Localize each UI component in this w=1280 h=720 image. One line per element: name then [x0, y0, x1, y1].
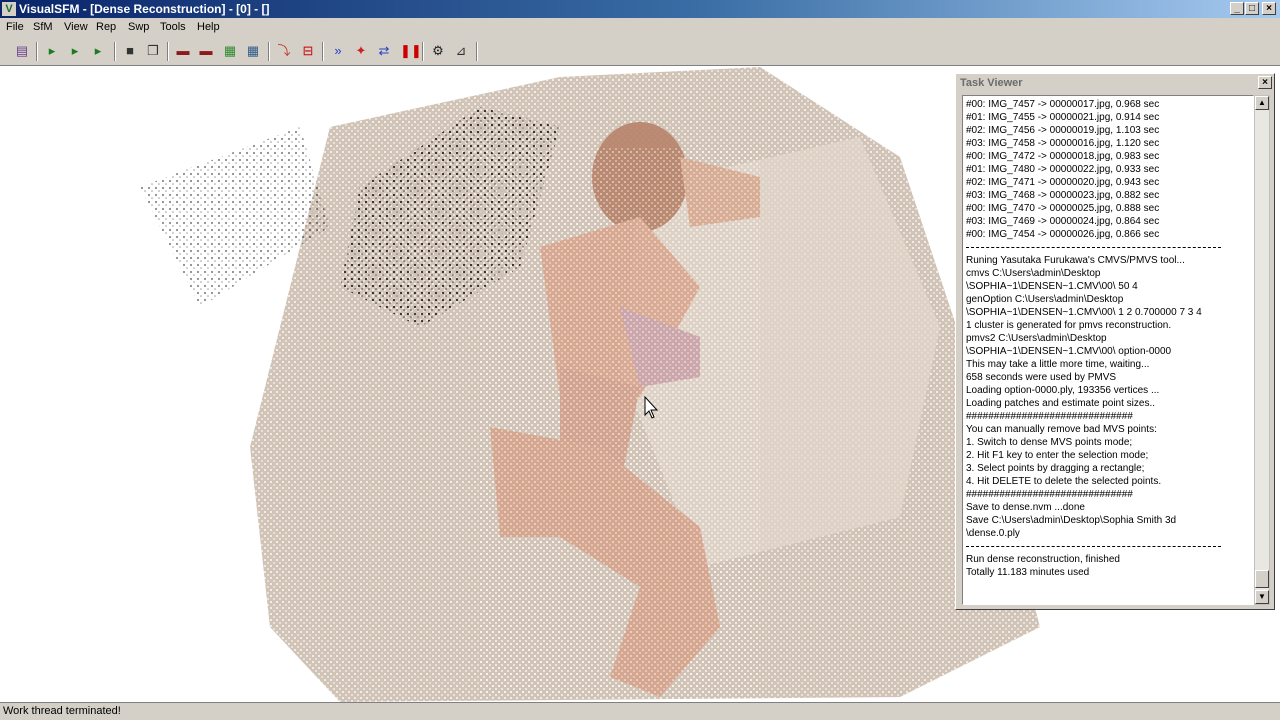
color-map-icon[interactable]: ▦: [222, 43, 238, 59]
menu-swp[interactable]: Swp: [128, 21, 149, 33]
log-line: Loading option-0000.ply, 193356 vertices…: [966, 385, 1160, 396]
toolbar-separator: [36, 42, 38, 61]
visualsfm-logo-icon: V: [2, 2, 16, 16]
scroll-up-button[interactable]: ▲: [1255, 96, 1269, 110]
log-scrollbar[interactable]: ▲ ▼: [1254, 95, 1270, 605]
task-viewer-close-button[interactable]: ×: [1258, 76, 1272, 89]
save-icon[interactable]: ■: [122, 43, 138, 59]
status-bar: Work thread terminated!: [0, 702, 1280, 720]
task-viewer-title: Task Viewer: [960, 77, 1023, 89]
log-line: 658 seconds were used by PMVS: [966, 372, 1117, 383]
toolbar-separator: [167, 42, 169, 61]
maximize-button[interactable]: □: [1245, 2, 1259, 15]
log-line: Save C:\Users\admin\Desktop\Sophia Smith…: [966, 515, 1177, 526]
log-line: \SOPHIA~1\DENSEN~1.CMV\00\ option-0000: [966, 346, 1172, 357]
pause-icon[interactable]: ❚❚: [400, 43, 422, 59]
status-text: Work thread terminated!: [3, 705, 121, 717]
settings-gear-icon[interactable]: ⚙: [430, 43, 446, 59]
log-line: This may take a little more time, waitin…: [966, 359, 1150, 370]
log-line: #01: IMG_7480 -> 00000022.jpg, 0.933 sec: [966, 164, 1160, 175]
log-line: \dense.0.ply: [966, 528, 1020, 539]
menu-file[interactable]: File: [6, 21, 24, 33]
log-line: 1 cluster is generated for pmvs reconstr…: [966, 320, 1172, 331]
log-line: #02: IMG_7471 -> 00000020.jpg, 0.943 sec: [966, 177, 1160, 188]
open-add-images-icon[interactable]: ▸: [44, 43, 60, 59]
log-line: genOption C:\Users\admin\Desktop: [966, 294, 1124, 305]
toolbar-separator: [422, 42, 424, 61]
task-log: #00: IMG_7457 -> 00000017.jpg, 0.968 sec…: [962, 95, 1254, 605]
log-line: Loading patches and estimate point sizes…: [966, 398, 1156, 409]
open-nvm-icon[interactable]: ▸: [90, 43, 106, 59]
scroll-down-button[interactable]: ▼: [1255, 590, 1269, 604]
log-separator: [966, 546, 1221, 547]
menu-view[interactable]: View: [64, 21, 88, 33]
menu-tools[interactable]: Tools: [160, 21, 186, 33]
log-line: 2. Hit F1 key to enter the selection mod…: [966, 450, 1149, 461]
log-line: #02: IMG_7456 -> 00000019.jpg, 1.103 sec: [966, 125, 1160, 136]
menu-rep[interactable]: Rep: [96, 21, 116, 33]
toolbar: ▤ ▸ ▸ ▸ ■ ❐ ▬ ▬ ▦ ▦ ⤵ ⊟ » ✦ ⇄ ❚❚ ⚙ ⊿: [0, 38, 1280, 66]
log-line: #00: IMG_7457 -> 00000017.jpg, 0.968 sec: [966, 99, 1160, 110]
log-line: cmvs C:\Users\admin\Desktop: [966, 268, 1101, 279]
log-line: Runing Yasutaka Furukawa's CMVS/PMVS too…: [966, 255, 1185, 266]
toolbar-separator: [114, 42, 116, 61]
log-line: \SOPHIA~1\DENSEN~1.CMV\00\ 1 2 0.700000 …: [966, 307, 1202, 318]
log-window-icon[interactable]: ▤: [14, 43, 30, 59]
minimize-button[interactable]: _: [1230, 2, 1244, 15]
log-line: #00: IMG_7454 -> 00000026.jpg, 0.866 sec: [966, 229, 1160, 240]
log-line: #01: IMG_7455 -> 00000021.jpg, 0.914 sec: [966, 112, 1160, 123]
log-line: #03: IMG_7469 -> 00000024.jpg, 0.864 sec: [966, 216, 1160, 227]
reconstruct-sparse-icon[interactable]: ✦: [353, 43, 369, 59]
load-match-icon[interactable]: ▬: [198, 43, 214, 59]
copy-icon[interactable]: ❐: [145, 43, 161, 59]
toolbar-separator: [322, 42, 324, 61]
window-title: VisualSFM - [Dense Reconstruction] - [0]…: [19, 2, 270, 16]
log-line: You can manually remove bad MVS points:: [966, 424, 1157, 435]
toolbar-separator: [476, 42, 478, 61]
log-separator: [966, 247, 1221, 248]
log-line: 4. Hit DELETE to delete the selected poi…: [966, 476, 1162, 487]
title-bar: V VisualSFM - [Dense Reconstruction] - […: [0, 0, 1280, 18]
scroll-thumb[interactable]: [1255, 570, 1269, 588]
sort-icon[interactable]: ⊿: [453, 43, 469, 59]
log-line: #03: IMG_7468 -> 00000023.jpg, 0.882 sec: [966, 190, 1160, 201]
stop-icon[interactable]: ⊟: [300, 43, 316, 59]
log-line: \SOPHIA~1\DENSEN~1.CMV\00\ 50 4: [966, 281, 1138, 292]
close-button[interactable]: ×: [1262, 2, 1276, 15]
task-viewer-header: Task Viewer ×: [958, 76, 1272, 91]
feature-cmp-icon[interactable]: ⇄: [376, 43, 392, 59]
menu-sfm[interactable]: SfM: [33, 21, 53, 33]
undo-icon[interactable]: ⤵: [276, 43, 292, 59]
open-multi-images-icon[interactable]: ▸: [67, 43, 83, 59]
log-line: #00: IMG_7470 -> 00000025.jpg, 0.888 sec: [966, 203, 1160, 214]
menu-bar: File SfM View Rep Swp Tools Help: [0, 18, 1280, 38]
log-line: #03: IMG_7458 -> 00000016.jpg, 1.120 sec: [966, 138, 1160, 149]
task-viewer-panel: Task Viewer × #00: IMG_7457 -> 00000017.…: [955, 73, 1275, 610]
log-line: Run dense reconstruction, finished: [966, 554, 1120, 565]
log-line: pmvs2 C:\Users\admin\Desktop: [966, 333, 1107, 344]
log-line: ##############################: [966, 411, 1133, 422]
log-line: #00: IMG_7472 -> 00000018.jpg, 0.983 sec: [966, 151, 1160, 162]
menu-help[interactable]: Help: [197, 21, 220, 33]
log-line: Save to dense.nvm ...done: [966, 502, 1085, 513]
log-line: 3. Select points by dragging a rectangle…: [966, 463, 1145, 474]
log-line: ##############################: [966, 489, 1133, 500]
compute-sfm-icon[interactable]: »: [330, 43, 346, 59]
toolbar-separator: [268, 42, 270, 61]
match-images-icon[interactable]: ▬: [175, 43, 191, 59]
log-line: Totally 11.183 minutes used: [966, 567, 1090, 578]
log-line: 1. Switch to dense MVS points mode;: [966, 437, 1133, 448]
grid-icon[interactable]: ▦: [245, 43, 261, 59]
